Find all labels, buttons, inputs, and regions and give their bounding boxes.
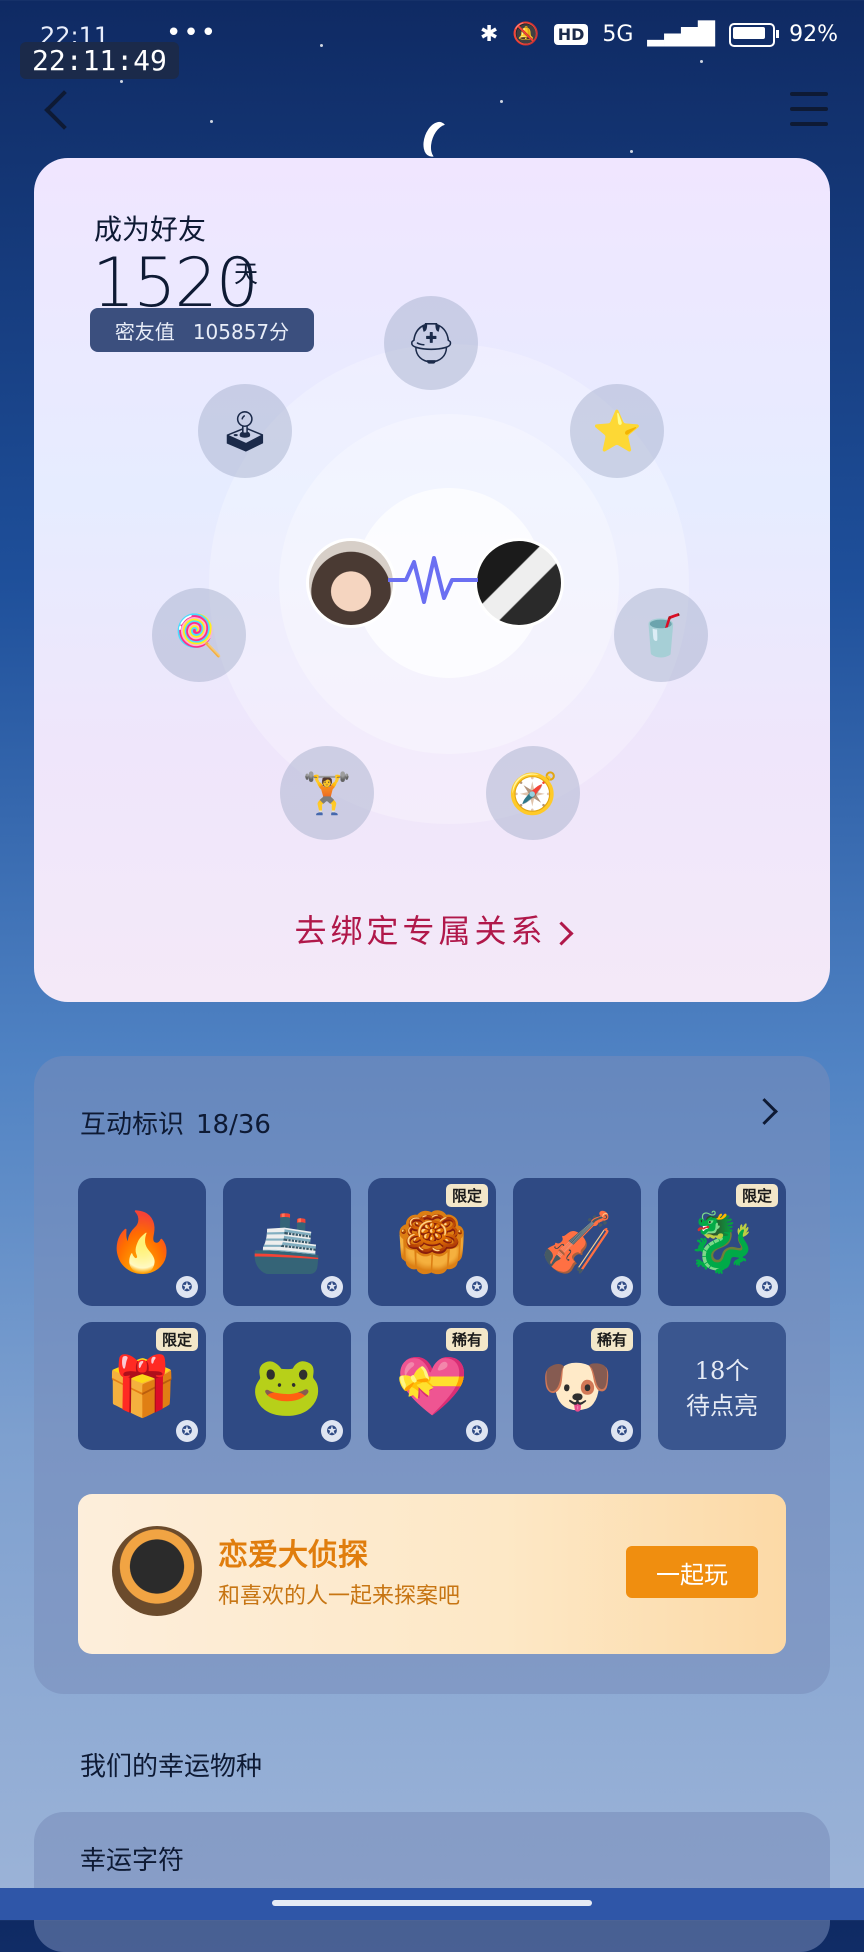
chevron-right-icon[interactable] [751, 1098, 778, 1125]
limited-tag: 限定 [445, 1184, 488, 1207]
mark-tile[interactable]: 🎁 限定 ✪ [78, 1322, 206, 1450]
harp-icon: 🎻 [540, 1207, 614, 1276]
back-button[interactable] [40, 88, 80, 132]
menu-button[interactable] [790, 92, 828, 126]
medal-icon: ✪ [611, 1276, 633, 1298]
mark-tile[interactable]: 🎻 ✪ [513, 1178, 641, 1306]
popsicle-icon[interactable]: 🍭 [152, 588, 246, 682]
intimacy-badge[interactable]: 密友值 105857分 [90, 308, 314, 352]
fire-99-icon: 🔥 [105, 1207, 179, 1276]
lucky-char-title: 幸运字符 [80, 1846, 185, 1876]
lucky-char-card[interactable]: 幸运字符 [34, 1812, 830, 1952]
intimacy-value: 105857分 [192, 319, 290, 344]
medal-icon: ✪ [176, 1276, 198, 1298]
bind-relation-link[interactable]: 去绑定专属关系 [34, 906, 830, 952]
pending-label: 待点亮 [686, 1392, 758, 1420]
medal-icon: ✪ [176, 1420, 198, 1442]
avatar-friend[interactable] [474, 538, 564, 628]
medal-icon: ✪ [756, 1276, 778, 1298]
medal-icon: ✪ [611, 1420, 633, 1442]
pending-count: 18个 [694, 1357, 750, 1385]
joystick-icon[interactable]: 🕹 [198, 384, 292, 478]
detective-title: 恋爱大侦探 [218, 1538, 368, 1573]
detective-penguin-icon [112, 1526, 202, 1616]
mark-tile[interactable]: 🐉 限定 ✪ [658, 1178, 786, 1306]
signal-bars-icon: ▂▄▆█ [647, 22, 716, 47]
mark-tile[interactable]: 💝 稀有 ✪ [368, 1322, 496, 1450]
dog-donut-icon: 🐶 [540, 1351, 614, 1420]
helmet-icon[interactable]: ⛑ [384, 296, 478, 390]
star-icon[interactable]: ⭐ [570, 384, 664, 478]
marks-count: 18/36 [196, 1110, 271, 1140]
friendship-title: 成为好友 [94, 213, 207, 246]
interaction-marks-card: 互动标识 18/36 🔥 ✪ 🚢 ✪ 🥮 限定 ✪ 🎻 ✪ 🐉 限定 ✪ 🎁 限定 ✪ 🐸 ✪ 💝 稀有… [34, 1056, 830, 1694]
time-overlay: 22:11:49 [20, 42, 179, 79]
dragon-penguin-icon: 🐉 [685, 1207, 759, 1276]
detective-banner[interactable]: 恋爱大侦探 和喜欢的人一起来探案吧 一起玩 [78, 1494, 786, 1654]
mark-tile[interactable]: 🐶 稀有 ✪ [513, 1322, 641, 1450]
days-unit: 天 [234, 260, 258, 288]
battery-icon [729, 22, 780, 47]
medal-icon: ✪ [466, 1276, 488, 1298]
lucky-species-title: 我们的幸运物种 [80, 1752, 263, 1782]
marks-title: 互动标识 [80, 1110, 185, 1140]
bluetooth-icon: ✱ [479, 22, 499, 47]
play-together-button[interactable]: 一起玩 [626, 1546, 758, 1598]
battery-percent: 92% [789, 22, 838, 47]
home-indicator[interactable] [272, 1900, 592, 1906]
pending-marks-tile[interactable]: 18个 待点亮 [658, 1322, 786, 1450]
marks-header[interactable]: 互动标识 18/36 [80, 1104, 271, 1141]
drinks-icon[interactable]: 🥤 [614, 588, 708, 682]
medal-icon: ✪ [466, 1420, 488, 1442]
heartbeat-icon [388, 556, 478, 604]
signal-5g-icon: 5G [602, 22, 634, 47]
limited-tag: 限定 [155, 1328, 198, 1351]
intimacy-label: 密友值 [114, 319, 175, 344]
rainbow-hearts-icon: 💝 [395, 1351, 469, 1420]
gift-box-icon: 🎁 [105, 1351, 179, 1420]
avatar-me[interactable] [306, 538, 396, 628]
compass-icon[interactable]: 🧭 [486, 746, 580, 840]
mark-tile[interactable]: 🥮 限定 ✪ [368, 1178, 496, 1306]
rare-tag: 稀有 [445, 1328, 488, 1351]
mark-tile[interactable]: 🚢 ✪ [223, 1178, 351, 1306]
frog-icon: 🐸 [250, 1351, 324, 1420]
rare-tag: 稀有 [590, 1328, 633, 1351]
medal-icon: ✪ [321, 1276, 343, 1298]
detective-subtitle: 和喜欢的人一起来探案吧 [218, 1584, 461, 1609]
mute-icon: 🔕 [512, 22, 540, 47]
mark-tile[interactable]: 🐸 ✪ [223, 1322, 351, 1450]
dumbbell-icon[interactable]: 🏋 [280, 746, 374, 840]
medal-icon: ✪ [321, 1420, 343, 1442]
moon-icon [427, 121, 460, 162]
ship-icon: 🚢 [250, 1207, 324, 1276]
limited-tag: 限定 [735, 1184, 778, 1207]
status-bar: 22:11 ••• 22:11:49 ✱ 🔕 HD 5G ▂▄▆█ 92% [0, 0, 864, 79]
friendship-card: 成为好友 1520 天 密友值 105857分 ⛑ 🕹 ⭐ 🍭 🥤 🏋 🧭 去绑… [34, 158, 830, 1002]
hd-icon: HD [553, 24, 589, 45]
mark-tile[interactable]: 🔥 ✪ [78, 1178, 206, 1306]
chevron-right-icon [548, 921, 574, 946]
mooncake-icon: 🥮 [395, 1207, 469, 1276]
